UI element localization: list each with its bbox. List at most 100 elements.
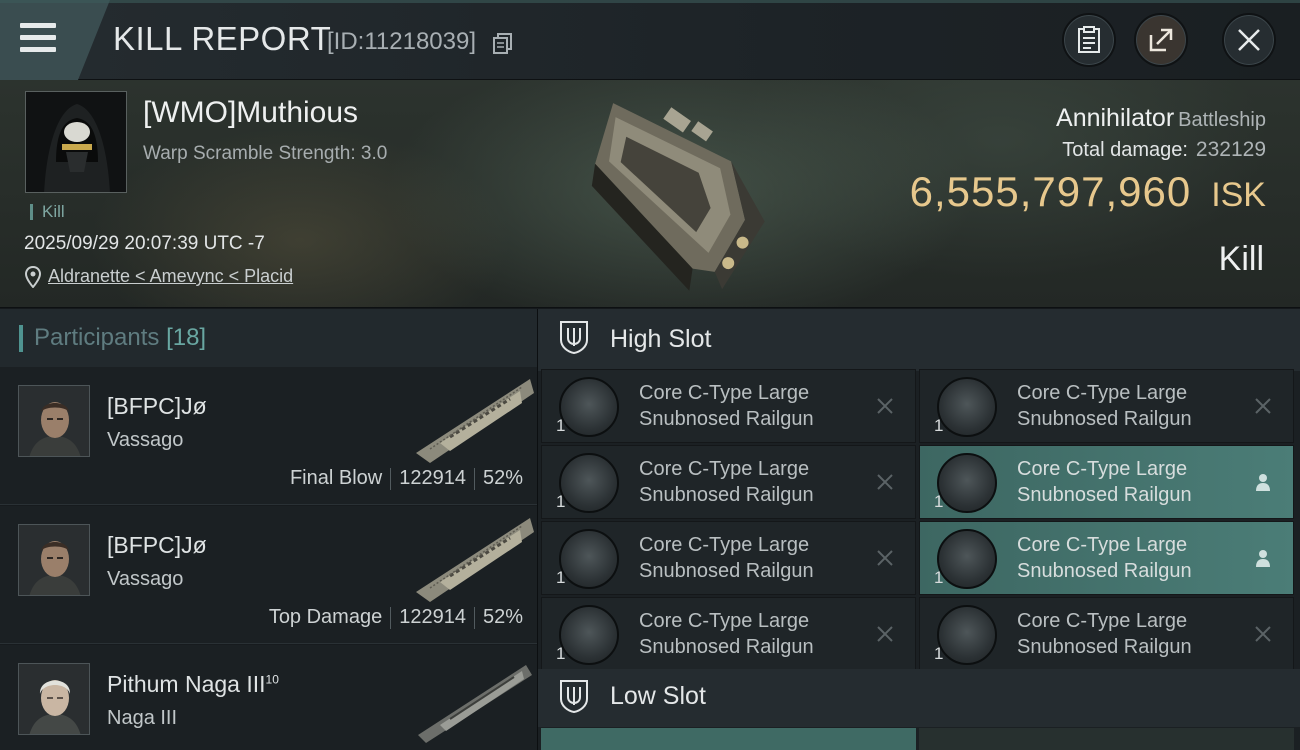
clipboard-icon [1078, 26, 1100, 53]
participant-percent: 52% [482, 467, 523, 489]
participant-row[interactable]: [BFPC]Jø Vassago Final Blow 122914 52% [0, 367, 537, 505]
person-icon [1256, 550, 1270, 567]
isk-value: 6,555,797,960 ISK [910, 168, 1266, 216]
module-quantity: 1 [556, 568, 566, 587]
location-link[interactable]: Aldranette < Amevync < Placid [48, 266, 293, 287]
module-slot[interactable]: 1 Core C-Type Large Snubnosed Railgun [541, 445, 916, 519]
high-slot-icon [560, 321, 588, 354]
module-quantity: 1 [556, 416, 566, 435]
ship-name[interactable]: Annihilator [1056, 104, 1174, 132]
result-label: Kill [1218, 240, 1264, 278]
module-slot-dropped[interactable]: 1 Core C-Type Large Snubnosed Railgun [919, 445, 1294, 519]
participants-panel: Participants [18] [BFPC]Jø Vassago Final… [0, 309, 537, 750]
module-slot[interactable]: 1 Core C-Type Large Snubnosed Railgun [919, 369, 1294, 443]
participant-name[interactable]: [BFPC]Jø [107, 532, 207, 559]
module-slot-dropped[interactable]: 1 Core C-Type Large Snubnosed Railgun [919, 521, 1294, 595]
participant-damage: 122914 [399, 467, 466, 489]
module-name-line2: Snubnosed Railgun [1017, 560, 1192, 582]
module-name: Core C-Type Large Snubnosed Railgun [639, 608, 879, 660]
close-icon [1238, 29, 1260, 51]
module-slot[interactable] [919, 728, 1294, 750]
pilot-portrait-icon [19, 664, 89, 734]
module-name-line2: Snubnosed Railgun [1017, 636, 1192, 658]
avatar[interactable] [18, 524, 90, 596]
module-name-line2: Snubnosed Railgun [639, 484, 814, 506]
close-button[interactable] [1222, 13, 1276, 67]
railgun-icon [559, 605, 619, 665]
module-name-line2: Snubnosed Railgun [639, 408, 814, 430]
isk-amount: 6,555,797,960 [909, 168, 1192, 215]
x-icon [877, 550, 893, 566]
participant-percent: 52% [482, 606, 523, 628]
copy-icon[interactable] [493, 33, 513, 55]
module-name-line2: Snubnosed Railgun [639, 560, 814, 582]
participant-name[interactable]: [BFPC]Jø [107, 393, 207, 420]
pilot-portrait-icon [26, 92, 126, 192]
share-button[interactable] [1134, 13, 1188, 67]
railgun-icon [937, 453, 997, 513]
railgun-icon [937, 529, 997, 589]
module-slot[interactable] [541, 728, 916, 750]
pilot-portrait-icon [19, 525, 89, 595]
total-damage-value: 232129 [1195, 138, 1266, 161]
participant-ship: Naga III [107, 707, 178, 729]
module-name-line2: Snubnosed Railgun [1017, 408, 1192, 430]
high-slot-title: High Slot [610, 325, 712, 353]
low-slot-header: Low Slot [538, 669, 1300, 727]
module-name: Core C-Type Large Snubnosed Railgun [639, 456, 879, 508]
module-name-line2: Snubnosed Railgun [1017, 484, 1192, 506]
participant-row[interactable]: Pithum Naga III10 Naga III [0, 645, 537, 750]
railgun-icon [937, 605, 997, 665]
report-button[interactable] [1062, 13, 1116, 67]
participants-count: [18] [166, 324, 207, 351]
participant-name[interactable]: Pithum Naga III10 [107, 671, 279, 698]
ship-render [418, 665, 532, 743]
report-id: [ID:11218039] [327, 28, 477, 55]
victim-name[interactable]: [WMO]Muthious [143, 96, 358, 130]
avatar[interactable] [18, 385, 90, 457]
module-slot[interactable]: 1 Core C-Type Large Snubnosed Railgun [541, 369, 916, 443]
railgun-icon [559, 377, 619, 437]
participants-header[interactable]: Participants [18] [0, 309, 537, 367]
pilot-portrait-icon [19, 386, 89, 456]
participant-row[interactable]: [BFPC]Jø Vassago Top Damage 122914 52% [0, 506, 537, 644]
participants-label: Participants [34, 324, 160, 351]
share-icon [1149, 28, 1173, 52]
module-quantity: 1 [556, 492, 566, 511]
module-name: Core C-Type Large Snubnosed Railgun [639, 532, 879, 584]
kill-tag: Kill [30, 203, 65, 220]
module-name-line1: Core C-Type Large [1017, 534, 1188, 556]
module-slot[interactable]: 1 Core C-Type Large Snubnosed Railgun [541, 597, 916, 671]
avatar[interactable] [18, 663, 90, 735]
module-name-line1: Core C-Type Large [1017, 610, 1188, 632]
victim-portrait[interactable] [25, 91, 127, 193]
module-name-line1: Core C-Type Large [639, 382, 810, 404]
module-quantity: 1 [934, 644, 944, 663]
railgun-icon [937, 377, 997, 437]
module-name-line1: Core C-Type Large [1017, 382, 1188, 404]
x-icon [877, 626, 893, 642]
module-slot[interactable]: 1 Core C-Type Large Snubnosed Railgun [919, 597, 1294, 671]
hamburger-icon[interactable] [20, 23, 56, 53]
fitting-panel: High Slot 1 Core C-Type Large Snubnosed R… [537, 309, 1300, 750]
kill-datetime: 2025/09/29 20:07:39 UTC -7 [24, 233, 265, 254]
participant-role: Final Blow [289, 467, 383, 489]
divider [473, 606, 475, 629]
participant-ship: Vassago [107, 568, 184, 590]
module-quantity: 1 [934, 568, 944, 587]
module-name-line1: Core C-Type Large [1017, 458, 1188, 480]
participant-stats: Final Blow 122914 52% [290, 467, 523, 490]
module-name: Core C-Type Large Snubnosed Railgun [1017, 380, 1257, 432]
module-slot[interactable]: 1 Core C-Type Large Snubnosed Railgun [541, 521, 916, 595]
ship-render [416, 379, 534, 463]
victim-ship-render [591, 103, 765, 291]
module-name: Core C-Type Large Snubnosed Railgun [1017, 532, 1257, 584]
module-name: Core C-Type Large Snubnosed Railgun [1017, 456, 1257, 508]
isk-unit: ISK [1211, 176, 1266, 214]
ship-render [416, 518, 534, 602]
participant-level: 10 [265, 672, 279, 687]
railgun-icon [559, 453, 619, 513]
module-name-line1: Core C-Type Large [639, 534, 810, 556]
person-icon [1256, 474, 1270, 491]
module-quantity: 1 [934, 492, 944, 511]
